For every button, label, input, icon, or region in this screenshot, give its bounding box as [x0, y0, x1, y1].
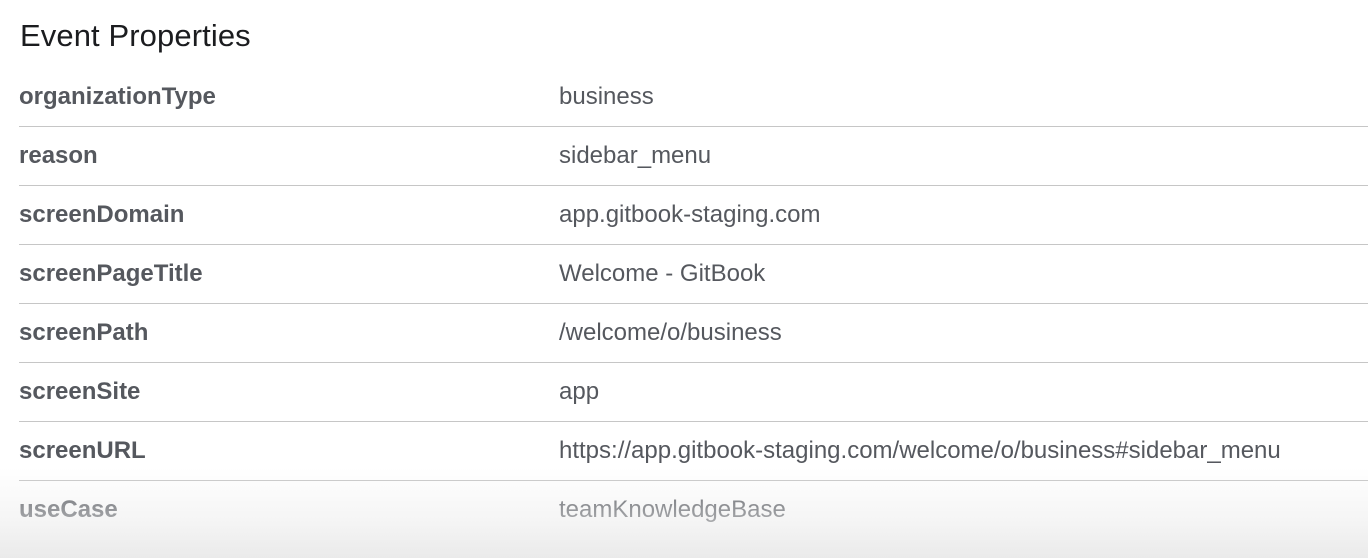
property-value: app [559, 378, 600, 405]
property-value: app.gitbook-staging.com [559, 201, 821, 228]
property-key: organizationType [19, 83, 216, 110]
property-value: teamKnowledgeBase [559, 496, 786, 523]
property-value: business [559, 83, 654, 110]
panel-title: Event Properties [20, 18, 251, 53]
property-value: sidebar_menu [559, 142, 712, 169]
property-row-reason: reason sidebar_menu [19, 127, 1368, 186]
property-row-screen-path: screenPath /welcome/o/business [19, 304, 1368, 363]
property-key: reason [19, 142, 98, 169]
property-row-screen-site: screenSite app [19, 363, 1368, 422]
property-key: screenURL [19, 437, 146, 464]
property-row-screen-page-title: screenPageTitle Welcome - GitBook [19, 245, 1368, 304]
property-row-use-case: useCase teamKnowledgeBase [19, 481, 1368, 539]
property-row-organization-type: organizationType business [19, 68, 1368, 127]
property-key: screenPath [19, 319, 149, 346]
property-key: screenPageTitle [19, 260, 203, 287]
properties-table: organizationType business reason sidebar… [19, 68, 1368, 539]
property-value: Welcome - GitBook [559, 260, 766, 287]
property-row-screen-url: screenURL https://app.gitbook-staging.co… [19, 422, 1368, 481]
property-key: screenDomain [19, 201, 185, 228]
property-row-screen-domain: screenDomain app.gitbook-staging.com [19, 186, 1368, 245]
property-value: https://app.gitbook-staging.com/welcome/… [559, 437, 1281, 464]
event-properties-panel: Event Properties organizationType busine… [0, 0, 1368, 558]
property-key: screenSite [19, 378, 141, 405]
property-key: useCase [19, 496, 118, 523]
property-value: /welcome/o/business [559, 319, 782, 346]
